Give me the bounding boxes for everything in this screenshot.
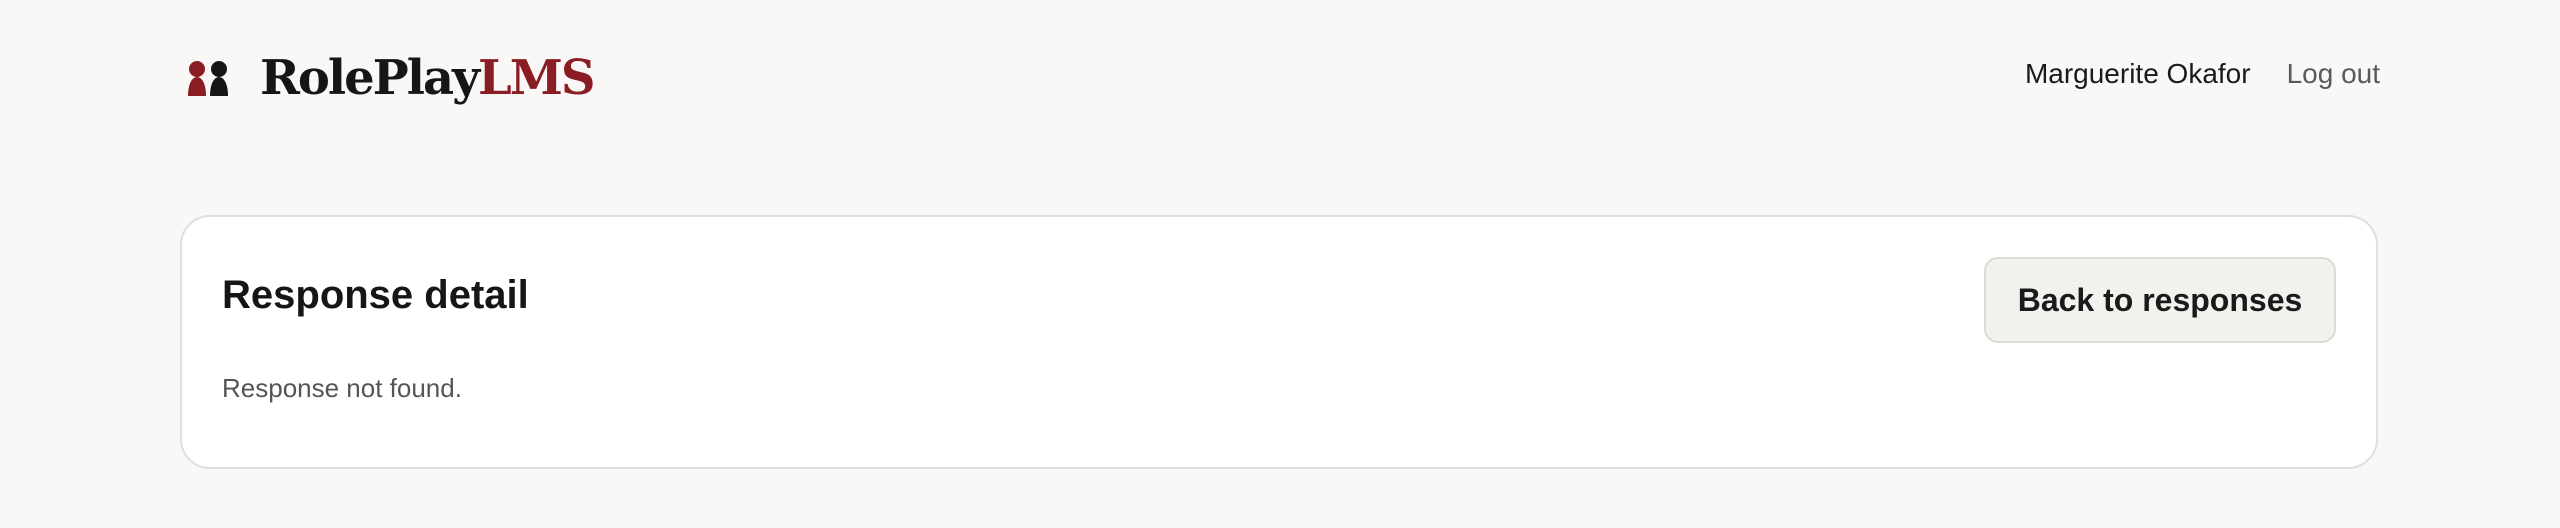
logout-link[interactable]: Log out <box>2287 58 2380 90</box>
user-nav: Marguerite Okafor Log out <box>2025 54 2380 94</box>
two-person-silhouettes-icon <box>188 61 228 96</box>
response-detail-card: Response detail Back to responses Respon… <box>180 215 2378 469</box>
brand-wordmark: RolePlayLMS <box>260 54 596 102</box>
not-found-message: Response not found. <box>222 373 462 403</box>
brand-logo[interactable]: RolePlayLMS <box>186 50 596 106</box>
user-name: Marguerite Okafor <box>2024 58 2251 89</box>
top-header: RolePlayLMS Marguerite Okafor Log out <box>0 0 2560 150</box>
brand-wordmark-part2: LMS <box>478 50 596 106</box>
page-title: Response detail <box>222 273 529 317</box>
brand-wordmark-part1: RolePlay <box>260 50 480 106</box>
back-to-responses-button[interactable]: Back to responses <box>1984 257 2336 343</box>
